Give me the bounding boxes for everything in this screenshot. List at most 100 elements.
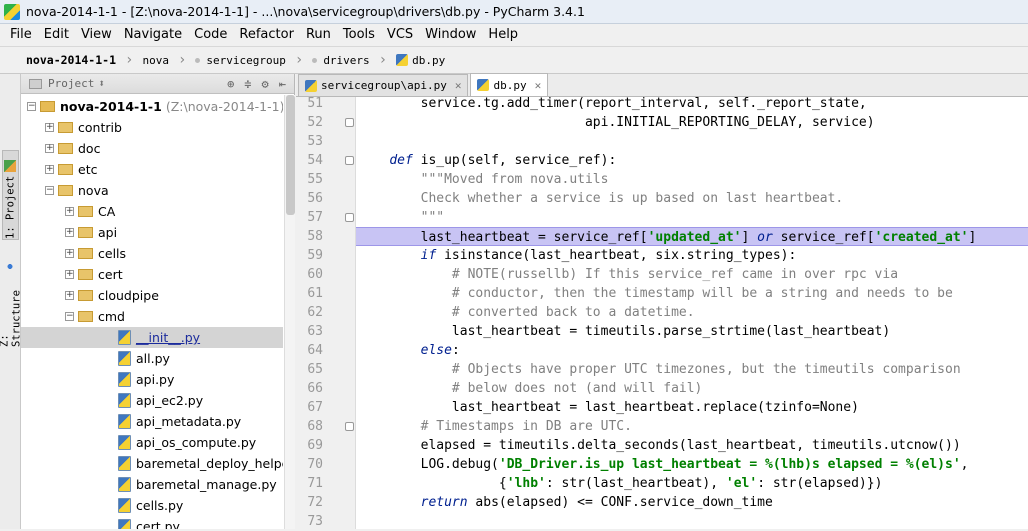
menu-navigate[interactable]: Navigate: [118, 24, 188, 46]
code-line[interactable]: # Objects have proper UTC timezones, but…: [356, 360, 1028, 379]
code-line[interactable]: last_heartbeat = timeutils.parse_strtime…: [356, 322, 1028, 341]
tree-item-folder[interactable]: + contrib: [21, 117, 283, 138]
tree-item-file[interactable]: all.py: [21, 348, 283, 369]
fold-marker-icon[interactable]: [345, 118, 354, 127]
tree-item-file[interactable]: baremetal_manage.py: [21, 474, 283, 495]
tree-item-file[interactable]: api_ec2.py: [21, 390, 283, 411]
fold-marker-icon[interactable]: [345, 213, 354, 222]
code-line[interactable]: elapsed = timeutils.delta_seconds(last_h…: [356, 436, 1028, 455]
code-line[interactable]: """Moved from nova.utils: [356, 170, 1028, 189]
code-editor[interactable]: service.tg.add_timer(report_interval, se…: [356, 97, 1028, 529]
tree-item-file[interactable]: cert.py: [21, 516, 283, 529]
menu-view[interactable]: View: [75, 24, 118, 46]
code-line[interactable]: # Timestamps in DB are UTC.: [356, 417, 1028, 436]
code-line[interactable]: LOG.debug('DB_Driver.is_up last_heartbea…: [356, 455, 1028, 474]
collapse-icon[interactable]: −: [65, 312, 74, 321]
code-line[interactable]: else:: [356, 341, 1028, 360]
code-line-highlighted[interactable]: last_heartbeat = service_ref['updated_at…: [356, 227, 1028, 246]
breadcrumb-item-project[interactable]: nova-2014-1-1: [26, 46, 116, 74]
tree-item-file[interactable]: baremetal_deploy_helper.py: [21, 453, 283, 474]
line-number-gutter[interactable]: 51 52 53 54 55 56 57 58 59 60 61 62 63 64 65 66 67 68 69 70…: [296, 96, 356, 529]
code-line[interactable]: [356, 512, 1028, 529]
scrollbar-thumb[interactable]: [286, 95, 295, 215]
tree-item-folder[interactable]: + CA: [21, 201, 283, 222]
fold-marker-icon[interactable]: [345, 422, 354, 431]
line-number: 59: [307, 248, 323, 263]
tree-item-file[interactable]: cells.py: [21, 495, 283, 516]
menu-vcs[interactable]: VCS: [381, 24, 419, 46]
project-panel-title[interactable]: Project: [48, 77, 94, 90]
collapse-icon[interactable]: −: [45, 186, 54, 195]
chevron-right-icon: ›: [177, 52, 187, 68]
python-file-icon: [118, 372, 131, 387]
folder-icon: [78, 248, 93, 259]
python-file-icon: [477, 79, 490, 91]
menu-help[interactable]: Help: [482, 24, 524, 46]
collapse-all-icon[interactable]: ≑: [244, 77, 251, 91]
editor-tab-api-py[interactable]: servicegroup\api.py ✕: [298, 74, 469, 96]
tree-item-folder[interactable]: − nova: [21, 180, 283, 201]
scroll-from-source-icon[interactable]: ⊕: [227, 77, 234, 91]
tree-item-folder[interactable]: + cloudpipe: [21, 285, 283, 306]
breadcrumb-item-nova[interactable]: nova: [142, 46, 169, 74]
code-line[interactable]: Check whether a service is up based on l…: [356, 189, 1028, 208]
tree-item-file[interactable]: api_os_compute.py: [21, 432, 283, 453]
tree-item-folder[interactable]: + cert: [21, 264, 283, 285]
tree-item-file[interactable]: api.py: [21, 369, 283, 390]
code-line[interactable]: # NOTE(russellb) If this service_ref cam…: [356, 265, 1028, 284]
tree-item-folder[interactable]: + cells: [21, 243, 283, 264]
code-line[interactable]: # converted back to a datetime.: [356, 303, 1028, 322]
menu-run[interactable]: Run: [300, 24, 337, 46]
menu-window[interactable]: Window: [419, 24, 482, 46]
tree-item-folder[interactable]: + etc: [21, 159, 283, 180]
folder-icon: [78, 206, 93, 217]
line-number: 68: [307, 419, 323, 434]
breadcrumb-item-file[interactable]: db.py: [396, 46, 445, 74]
code-line[interactable]: last_heartbeat = last_heartbeat.replace(…: [356, 398, 1028, 417]
menu-edit[interactable]: Edit: [38, 24, 75, 46]
expand-icon[interactable]: +: [45, 165, 54, 174]
title-bar: nova-2014-1-1 - [Z:\nova-2014-1-1] - ...…: [0, 0, 1028, 24]
tree-item-folder[interactable]: + doc: [21, 138, 283, 159]
code-line[interactable]: return abs(elapsed) <= CONF.service_down…: [356, 493, 1028, 512]
menu-tools[interactable]: Tools: [337, 24, 381, 46]
tab-structure[interactable]: Z: Structure: [0, 257, 23, 347]
code-line[interactable]: [356, 132, 1028, 151]
expand-icon[interactable]: +: [45, 144, 54, 153]
tab-structure-label: Z: Structure: [0, 290, 23, 347]
gear-icon[interactable]: ⚙: [262, 77, 269, 91]
code-line[interactable]: def is_up(self, service_ref):: [356, 151, 1028, 170]
collapse-icon[interactable]: −: [27, 102, 36, 111]
code-line[interactable]: # conductor, then the timestamp will be …: [356, 284, 1028, 303]
close-icon[interactable]: ✕: [455, 79, 462, 92]
editor-tab-db-py[interactable]: db.py ✕: [470, 73, 549, 96]
tree-item-file[interactable]: api_metadata.py: [21, 411, 283, 432]
menu-code[interactable]: Code: [188, 24, 233, 46]
code-line[interactable]: service.tg.add_timer(report_interval, se…: [356, 97, 1028, 113]
menu-refactor[interactable]: Refactor: [233, 24, 300, 46]
expand-icon[interactable]: +: [45, 123, 54, 132]
code-line[interactable]: if isinstance(last_heartbeat, six.string…: [356, 246, 1028, 265]
breadcrumb-item-drivers[interactable]: drivers: [312, 46, 370, 74]
expand-icon[interactable]: +: [65, 228, 74, 237]
hide-icon[interactable]: ⇤: [279, 77, 286, 91]
chevron-down-icon[interactable]: ⬍: [98, 77, 105, 90]
expand-icon[interactable]: +: [65, 207, 74, 216]
code-line[interactable]: api.INITIAL_REPORTING_DELAY, service): [356, 113, 1028, 132]
expand-icon[interactable]: +: [65, 249, 74, 258]
tree-item-folder[interactable]: − nova-2014-1-1 (Z:\nova-2014-1-1): [21, 96, 283, 117]
menu-file[interactable]: File: [4, 24, 38, 46]
tree-item-folder[interactable]: − cmd: [21, 306, 283, 327]
expand-icon[interactable]: +: [65, 270, 74, 279]
close-icon[interactable]: ✕: [535, 79, 542, 92]
tab-project[interactable]: 1: Project: [2, 150, 19, 240]
tree-item-folder[interactable]: + api: [21, 222, 283, 243]
code-line[interactable]: # below does not (and will fail): [356, 379, 1028, 398]
code-line[interactable]: {'lhb': str(last_heartbeat), 'el': str(e…: [356, 474, 1028, 493]
tree-item-file[interactable]: __init__.py: [21, 327, 283, 348]
breadcrumb-item-servicegroup[interactable]: servicegroup: [195, 46, 286, 74]
expand-icon[interactable]: +: [65, 291, 74, 300]
project-tree-scrollbar[interactable]: [284, 95, 295, 529]
fold-marker-icon[interactable]: [345, 156, 354, 165]
code-line[interactable]: """: [356, 208, 1028, 227]
